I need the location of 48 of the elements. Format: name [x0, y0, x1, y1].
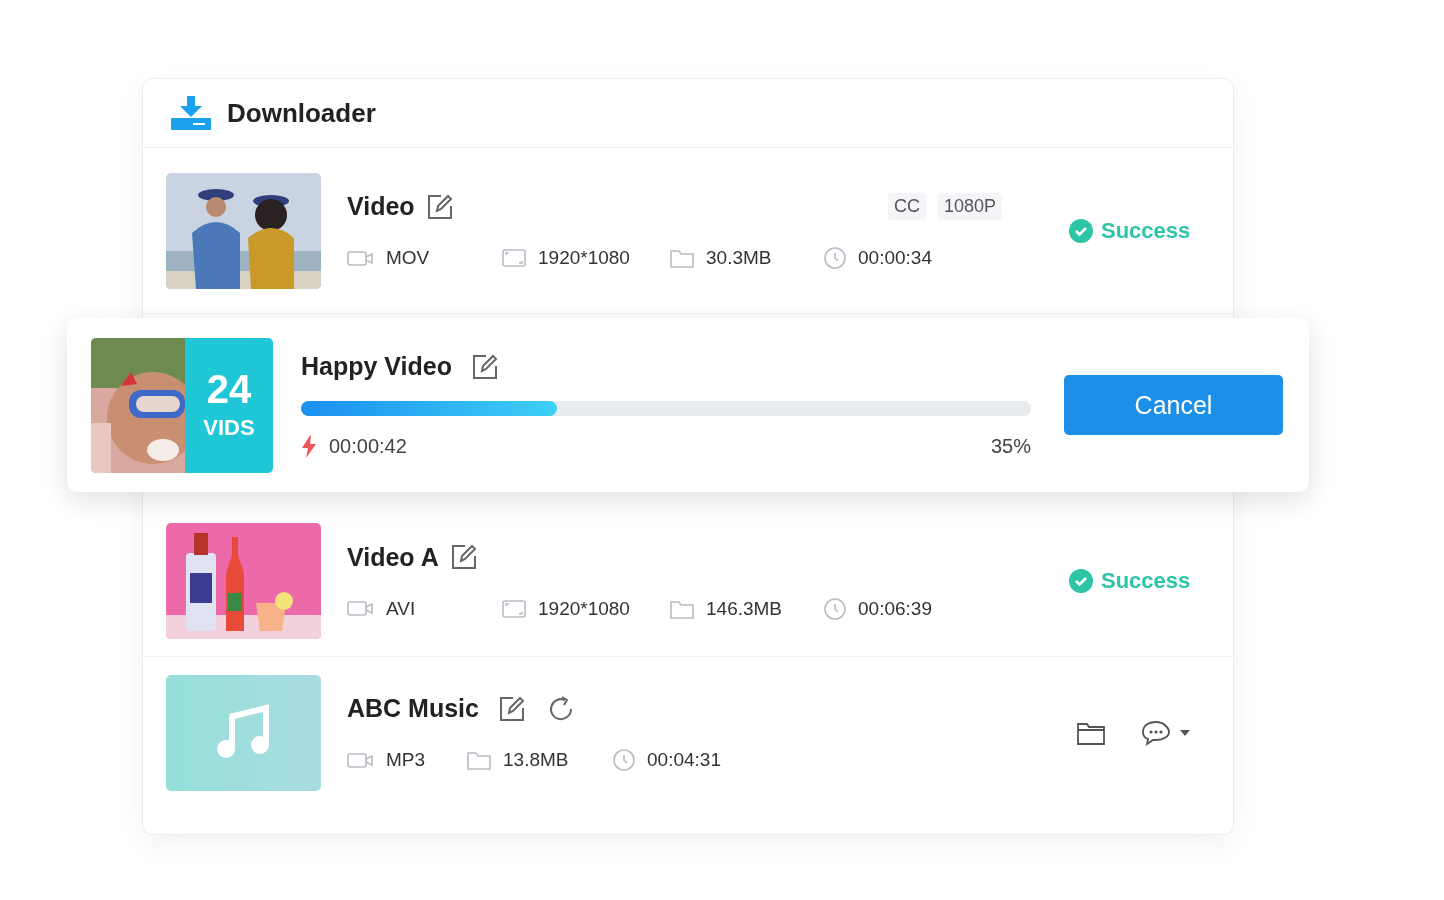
check-circle-icon	[1069, 569, 1093, 593]
meta-text: 1920*1080	[538, 597, 630, 620]
meta-text: MOV	[386, 247, 430, 269]
elapsed-time: 00:00:42	[329, 434, 407, 458]
meta-text: MP3	[386, 749, 426, 771]
check-circle-icon	[1069, 218, 1093, 243]
window-title: Downloader	[227, 97, 376, 129]
video-title: Happy Video	[301, 352, 452, 381]
caret-icon[interactable]	[1179, 728, 1191, 737]
meta-text: 30.3MB	[706, 247, 772, 269]
audio-title: ABC Music	[347, 694, 479, 723]
progress-percent: 35%	[990, 434, 1031, 458]
meta-text: 146.3MB	[706, 597, 783, 620]
video-title: Video	[347, 192, 415, 221]
video-title: Video A	[347, 542, 439, 572]
cancel-button[interactable]: Cancel	[1064, 375, 1283, 435]
meta-text: 13.8MB	[503, 749, 569, 771]
edit-icon[interactable]	[450, 544, 477, 570]
folder-icon	[670, 248, 694, 268]
music-note-icon	[166, 674, 321, 791]
count-label: VIDS	[203, 415, 255, 441]
clock-icon	[613, 749, 635, 771]
lightning-icon	[301, 434, 317, 458]
count-number: 24	[206, 369, 252, 409]
meta-text: 00:00:34	[858, 247, 932, 269]
clock-icon	[824, 597, 846, 620]
folder-icon	[467, 750, 491, 770]
edit-icon[interactable]	[426, 193, 453, 220]
video-camera-icon	[347, 600, 374, 617]
video-camera-icon	[347, 249, 374, 267]
meta-text: AVI	[386, 597, 416, 620]
image-frame-icon	[502, 599, 526, 618]
meta-text: 00:06:39	[858, 597, 932, 620]
folder-icon	[670, 598, 694, 619]
quality-tag: 1080P	[937, 193, 1002, 220]
video-camera-icon	[347, 751, 374, 769]
folder-icon[interactable]	[1077, 720, 1105, 745]
download-icon	[171, 96, 211, 130]
quality-tag: CC	[887, 193, 926, 220]
meta-text: 1920*1080	[538, 247, 630, 269]
image-frame-icon	[502, 249, 526, 267]
edit-icon[interactable]	[471, 353, 498, 380]
status-text: Success	[1101, 217, 1191, 244]
edit-icon[interactable]	[498, 695, 525, 722]
meta-text: 00:04:31	[647, 749, 721, 771]
chat-bubble-icon[interactable]	[1141, 719, 1171, 746]
status-text: Success	[1101, 568, 1191, 594]
clock-icon	[824, 247, 846, 269]
